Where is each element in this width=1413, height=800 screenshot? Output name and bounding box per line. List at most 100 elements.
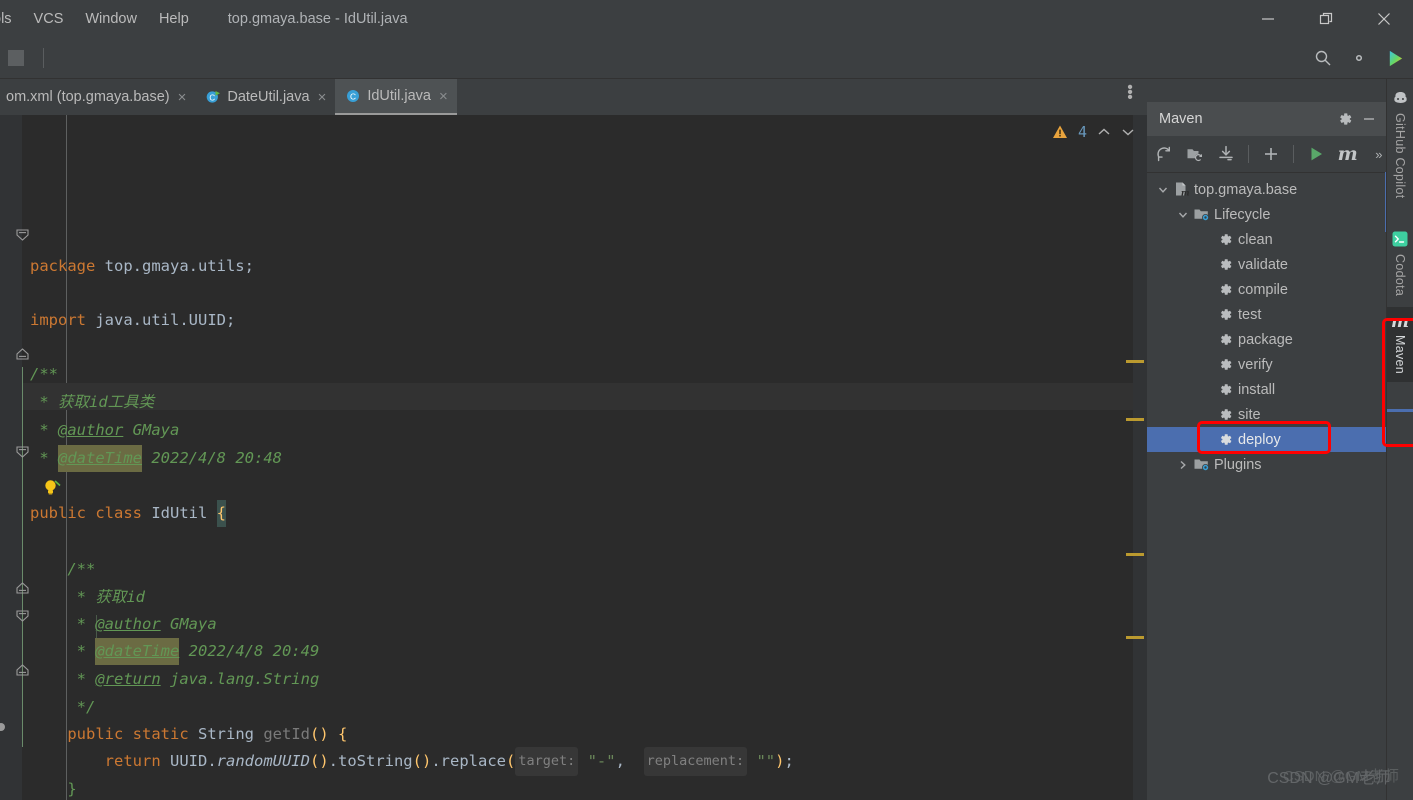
search-icon[interactable] xyxy=(1313,48,1333,68)
chevron-down-icon[interactable] xyxy=(1121,125,1135,140)
more-icon[interactable]: » xyxy=(1371,144,1387,164)
svg-text:C: C xyxy=(210,93,216,102)
tab-idutil-java[interactable]: C IdUtil.java × xyxy=(335,79,457,115)
menu-window-label: Window xyxy=(85,11,137,27)
token: { xyxy=(338,725,348,743)
close-icon[interactable]: × xyxy=(178,90,187,105)
window-controls xyxy=(1239,0,1413,38)
strip-tab-github-copilot[interactable]: GitHub Copilot xyxy=(1387,89,1413,199)
title-bar: ols VCS Window Help top.gmaya.base - IdU… xyxy=(0,0,1413,38)
main-toolbar xyxy=(0,38,1413,79)
menu-window[interactable]: Window xyxy=(74,8,148,30)
gear-icon[interactable] xyxy=(1349,48,1369,68)
copilot-icon xyxy=(1392,89,1409,109)
maven-toolbar: m » xyxy=(1147,136,1387,173)
strip-tab-maven[interactable]: m Maven xyxy=(1387,307,1413,383)
code-line-20: } xyxy=(30,776,77,800)
token: ( xyxy=(505,752,516,770)
close-icon[interactable]: × xyxy=(439,89,448,104)
warning-marker[interactable] xyxy=(1126,553,1144,556)
token: ; xyxy=(784,752,794,770)
code-line-12: /** xyxy=(30,556,95,583)
menu-tools[interactable]: ols xyxy=(0,8,23,30)
code-line-3: import java.util.UUID; xyxy=(30,307,235,334)
tree-node-verify[interactable]: verify xyxy=(1147,352,1387,377)
chevron-up-icon[interactable] xyxy=(1097,125,1111,140)
tree-node-validate[interactable]: validate xyxy=(1147,252,1387,277)
close-button[interactable] xyxy=(1355,0,1413,38)
code-editor[interactable]: package top.gmaya.utils; import java.uti… xyxy=(0,115,1147,800)
tab-options-icon[interactable]: • • • xyxy=(1123,80,1137,106)
run-icon[interactable] xyxy=(1307,144,1325,164)
token: static xyxy=(132,725,189,743)
watermark: CSDN @GM老师 CSDN @GM老师 xyxy=(1267,764,1399,788)
javadoc-datetime-tag: @dateTime xyxy=(95,638,180,666)
tree-node-label: validate xyxy=(1238,256,1288,273)
warning-icon xyxy=(1052,124,1068,140)
stop-button[interactable] xyxy=(8,50,24,66)
menu-vcs[interactable]: VCS xyxy=(23,8,75,30)
token: * xyxy=(30,642,96,660)
tree-node-label: clean xyxy=(1238,231,1273,248)
hide-window-icon[interactable] xyxy=(1357,107,1381,131)
tree-node-test[interactable]: test xyxy=(1147,302,1387,327)
tree-node-top-gmaya-base[interactable]: m top.gmaya.base xyxy=(1147,177,1387,202)
tab-dateutil-java[interactable]: C DateUtil.java × xyxy=(195,79,335,115)
run-anything-icon[interactable] xyxy=(1385,48,1405,68)
token: top.gmaya.utils; xyxy=(95,257,254,275)
code-line-8: * @dateTime 2022/4/8 20:48 xyxy=(30,445,282,473)
reload-icon[interactable] xyxy=(1155,144,1173,164)
tree-node-compile[interactable]: compile xyxy=(1147,277,1387,302)
code-line-13: * 获取id xyxy=(30,584,145,611)
token: 获取id xyxy=(95,588,145,606)
download-sources-icon[interactable] xyxy=(1217,144,1235,164)
token: public xyxy=(30,504,86,522)
tree-node-plugins[interactable]: Plugins xyxy=(1147,452,1387,477)
maven-tree[interactable]: m top.gmaya.base Lifecycle clean validat… xyxy=(1147,173,1387,477)
tree-node-install[interactable]: install xyxy=(1147,377,1387,402)
restore-button[interactable] xyxy=(1297,0,1355,38)
plus-icon[interactable] xyxy=(1262,144,1280,164)
chevron-down-icon[interactable] xyxy=(1175,209,1191,221)
chevron-right-icon[interactable] xyxy=(1175,459,1191,471)
chevron-down-icon[interactable] xyxy=(1155,184,1171,196)
tree-node-lifecycle[interactable]: Lifecycle xyxy=(1147,202,1387,227)
code-line-16: * @return java.lang.String xyxy=(30,666,320,693)
codota-icon xyxy=(1392,231,1408,250)
tab-label: IdUtil.java xyxy=(367,88,431,104)
class-icon: C xyxy=(345,88,361,104)
menu-bar: ols VCS Window Help xyxy=(0,8,200,30)
tree-node-clean[interactable]: clean xyxy=(1147,227,1387,252)
tab-pom-xml[interactable]: om.xml (top.gmaya.base) × xyxy=(0,79,195,115)
gear-icon[interactable] xyxy=(1333,107,1357,131)
tab-label: om.xml (top.gmaya.base) xyxy=(6,89,170,105)
intellij-window: ols VCS Window Help top.gmaya.base - IdU… xyxy=(0,0,1413,800)
warning-marker[interactable] xyxy=(1126,636,1144,639)
tree-node-package[interactable]: package xyxy=(1147,327,1387,352)
goal-icon xyxy=(1215,307,1235,322)
token: .toString xyxy=(328,752,413,770)
add-maven-project-icon[interactable] xyxy=(1186,144,1204,164)
tree-node-label: install xyxy=(1238,381,1276,398)
token: java.util.UUID; xyxy=(86,311,236,329)
tree-node-site[interactable]: site xyxy=(1147,402,1387,427)
warning-marker[interactable] xyxy=(1126,360,1144,363)
close-icon[interactable]: × xyxy=(318,90,327,105)
strip-tab-codota[interactable]: Codota xyxy=(1387,231,1413,296)
token: { xyxy=(216,500,227,528)
inspection-widget[interactable]: 4 xyxy=(1052,115,1135,149)
code-line-5: /** xyxy=(30,361,58,388)
menu-help[interactable]: Help xyxy=(148,8,200,30)
menu-vcs-label: VCS xyxy=(33,11,64,27)
method-name-getid: getId xyxy=(263,725,310,743)
token: } xyxy=(30,780,77,798)
tree-node-deploy[interactable]: deploy xyxy=(1147,427,1387,452)
token: .replace xyxy=(431,752,506,770)
maven-goal-icon[interactable]: m xyxy=(1338,143,1358,165)
code-line-10: public class IdUtil { xyxy=(30,500,227,528)
token: * xyxy=(30,670,96,688)
goal-icon xyxy=(1215,432,1235,447)
warning-marker[interactable] xyxy=(1126,418,1144,421)
minimize-button[interactable] xyxy=(1239,0,1297,38)
